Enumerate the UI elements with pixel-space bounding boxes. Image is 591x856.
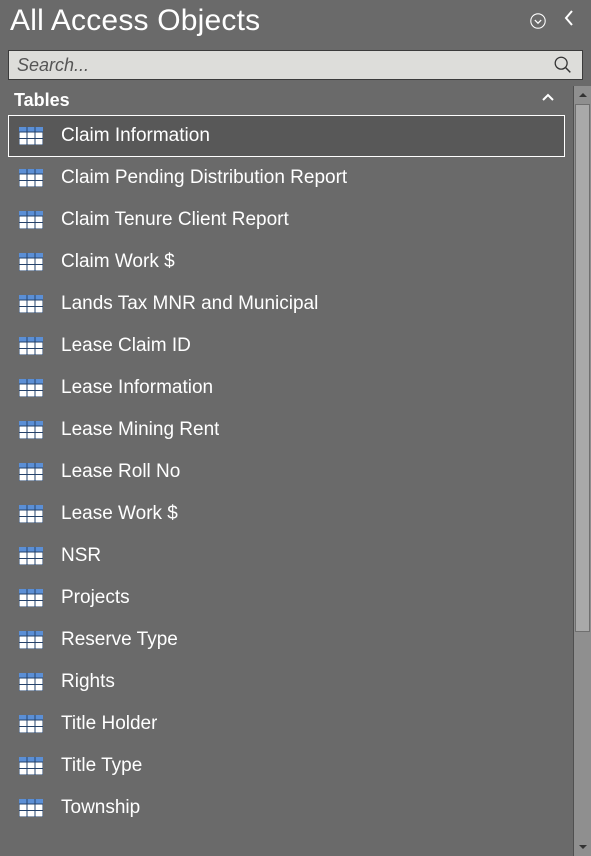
table-item-label: Projects (61, 587, 130, 609)
scrollbar-thumb[interactable] (575, 104, 590, 632)
table-icon (19, 127, 43, 145)
table-item-label: Claim Tenure Client Report (61, 209, 289, 231)
table-item[interactable]: Claim Information (8, 115, 565, 157)
table-item[interactable]: Title Holder (8, 703, 565, 745)
table-item-label: NSR (61, 545, 101, 567)
table-icon (19, 421, 43, 439)
table-item[interactable]: Lease Information (8, 367, 565, 409)
table-list: Claim Information Claim Pending Distribu… (0, 115, 573, 856)
table-icon (19, 169, 43, 187)
table-item-label: Lands Tax MNR and Municipal (61, 293, 318, 315)
table-item[interactable]: Reserve Type (8, 619, 565, 661)
scrollbar-track[interactable] (574, 104, 591, 838)
table-item[interactable]: Claim Pending Distribution Report (8, 157, 565, 199)
table-item-label: Title Holder (61, 713, 157, 735)
group-collapse-icon[interactable] (541, 91, 555, 110)
table-item[interactable]: Lease Claim ID (8, 325, 565, 367)
table-item-label: Lease Roll No (61, 461, 180, 483)
search-icon[interactable] (552, 54, 574, 76)
table-item[interactable]: Lease Mining Rent (8, 409, 565, 451)
table-icon (19, 547, 43, 565)
table-item[interactable]: Claim Work $ (8, 241, 565, 283)
table-icon (19, 631, 43, 649)
search-wrap (0, 46, 591, 86)
table-item-label: Claim Pending Distribution Report (61, 167, 347, 189)
search-box[interactable] (8, 50, 583, 80)
category-dropdown-icon[interactable] (529, 12, 547, 30)
table-item[interactable]: Title Type (8, 745, 565, 787)
table-item[interactable]: NSR (8, 535, 565, 577)
table-item[interactable]: Claim Tenure Client Report (8, 199, 565, 241)
table-item-label: Claim Work $ (61, 251, 175, 273)
table-icon (19, 379, 43, 397)
table-icon (19, 337, 43, 355)
table-item[interactable]: Township (8, 787, 565, 829)
table-icon (19, 715, 43, 733)
table-icon (19, 505, 43, 523)
nav-header-controls (529, 8, 575, 34)
table-item-label: Title Type (61, 755, 142, 777)
scrollbar-down-button[interactable] (574, 838, 591, 856)
table-item-label: Lease Work $ (61, 503, 178, 525)
search-input[interactable] (17, 55, 546, 76)
table-item[interactable]: Projects (8, 577, 565, 619)
table-item-label: Township (61, 797, 140, 819)
nav-body: Tables Claim Information Claim Pending D… (0, 86, 591, 856)
table-item-label: Lease Mining Rent (61, 419, 219, 441)
nav-pane: All Access Objects (0, 0, 591, 856)
table-icon (19, 799, 43, 817)
table-item[interactable]: Lands Tax MNR and Municipal (8, 283, 565, 325)
table-icon (19, 211, 43, 229)
table-icon (19, 253, 43, 271)
table-item-label: Rights (61, 671, 115, 693)
table-item[interactable]: Rights (8, 661, 565, 703)
table-item[interactable]: Lease Roll No (8, 451, 565, 493)
collapse-pane-icon[interactable] (563, 8, 575, 34)
table-item-label: Lease Information (61, 377, 213, 399)
nav-header: All Access Objects (0, 0, 591, 46)
nav-title: All Access Objects (10, 4, 260, 38)
table-icon (19, 295, 43, 313)
table-icon (19, 673, 43, 691)
table-icon (19, 757, 43, 775)
scrollbar[interactable] (573, 86, 591, 856)
table-item-label: Reserve Type (61, 629, 178, 651)
group-header-tables[interactable]: Tables (0, 86, 573, 115)
nav-list-column: Tables Claim Information Claim Pending D… (0, 86, 573, 856)
scrollbar-up-button[interactable] (574, 86, 591, 104)
table-icon (19, 589, 43, 607)
table-item-label: Lease Claim ID (61, 335, 191, 357)
group-label: Tables (14, 90, 70, 111)
table-item[interactable]: Lease Work $ (8, 493, 565, 535)
table-icon (19, 463, 43, 481)
table-item-label: Claim Information (61, 125, 210, 147)
